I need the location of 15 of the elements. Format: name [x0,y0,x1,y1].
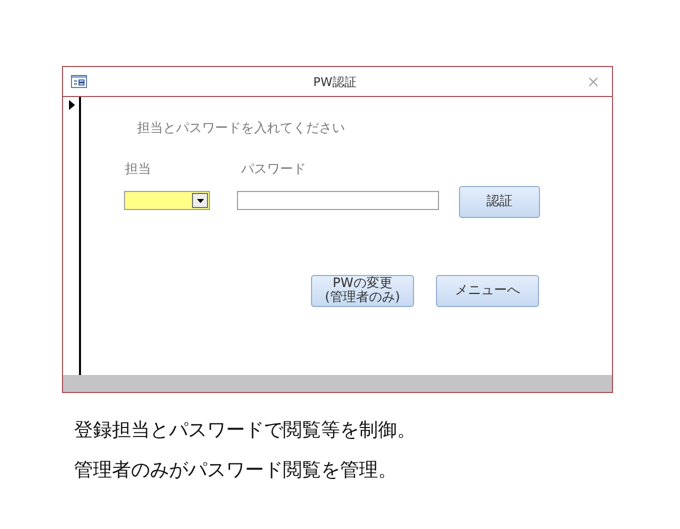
dropdown-button[interactable] [192,193,208,208]
caption-text: 管理者のみがパスワード閲覧を管理。 [74,458,398,483]
auth-button[interactable]: 認証 [459,186,540,218]
combo-box[interactable] [124,191,210,210]
field-label: 担当 [125,161,151,179]
change-button[interactable]: PWの変更 (管理者のみ) [311,275,414,307]
menu-button[interactable]: メニューへ [436,275,539,307]
caption-text: 登録担当とパスワードで閲覧等を制御。 [74,418,417,443]
form-icon [71,75,87,88]
caret-icon [196,198,204,202]
instruction-text: 担当とパスワードを入れてください [137,120,345,138]
window-title: PW認証 [312,74,358,90]
record-selector-icon [69,100,75,110]
field-label: パスワード [241,161,306,179]
password-field[interactable] [237,191,439,210]
